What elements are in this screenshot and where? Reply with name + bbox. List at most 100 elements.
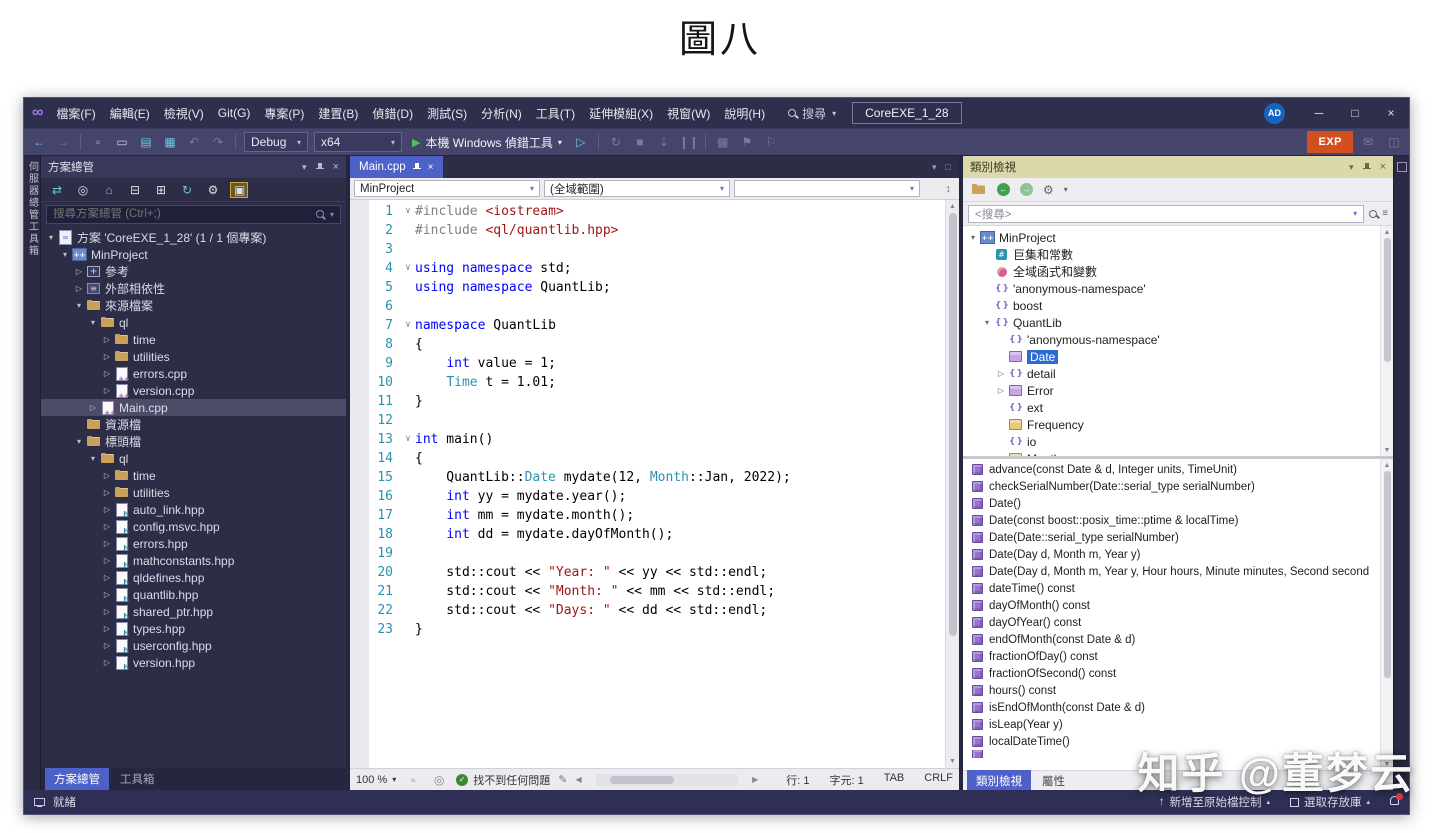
member-item[interactable]: Date(const boost::posix_time::ptime & lo… <box>963 512 1393 529</box>
expand-icon[interactable]: ▷ <box>101 488 113 497</box>
find-icon[interactable]: ▩ <box>714 135 732 149</box>
expand-icon[interactable]: ▷ <box>101 624 113 633</box>
show-all-files-icon[interactable]: ⊞ <box>152 183 170 197</box>
tree-item[interactable]: ▾方案 'CoreEXE_1_28' (1 / 1 個專案) <box>41 229 346 246</box>
panel-tab[interactable]: 類別檢視 <box>967 770 1031 792</box>
bookmark-icon[interactable]: ⚑ <box>738 135 756 149</box>
breakpoint-margin[interactable] <box>350 373 369 392</box>
member-item[interactable]: advance(const Date & d, Integer units, T… <box>963 461 1393 478</box>
member-item[interactable]: Date(Date::serial_type serialNumber) <box>963 529 1393 546</box>
close-button[interactable]: × <box>1373 98 1409 128</box>
tree-item[interactable]: ▷qldefines.hpp <box>41 569 346 586</box>
expand-icon[interactable]: ▷ <box>101 471 113 480</box>
tree-item[interactable]: ▾MinProject <box>41 246 346 263</box>
breakpoint-margin[interactable] <box>350 335 369 354</box>
tab-list-icon[interactable]: ▾ <box>932 162 937 173</box>
code-line[interactable]: 2#include <ql/quantlib.hpp> <box>350 221 945 240</box>
vertical-dock-tab[interactable]: 工具箱 <box>25 221 40 257</box>
fold-collapse-icon[interactable]: ∨ <box>401 316 415 335</box>
panel-tab[interactable]: 工具箱 <box>111 768 164 790</box>
breakpoint-margin[interactable] <box>350 259 369 278</box>
panel-tab[interactable]: 方案總管 <box>45 768 109 790</box>
code-line[interactable]: 22 std::cout << "Days: " << dd << std::e… <box>350 601 945 620</box>
tree-item[interactable]: ▷version.cpp <box>41 382 346 399</box>
breakpoint-margin[interactable] <box>350 449 369 468</box>
tree-item[interactable]: ▷version.hpp <box>41 654 346 671</box>
filter-icon[interactable]: ≡ <box>1382 208 1388 219</box>
vertical-dock-tab[interactable]: 伺服器總管 <box>25 161 40 221</box>
expand-icon[interactable]: ▷ <box>101 352 113 361</box>
expand-icon[interactable]: ▷ <box>101 505 113 514</box>
code-line[interactable]: 16 int yy = mydate.year(); <box>350 487 945 506</box>
breakpoint-margin[interactable] <box>350 601 369 620</box>
back-icon[interactable]: ← <box>997 183 1010 196</box>
code-line[interactable]: 4∨using namespace std; <box>350 259 945 278</box>
menu-item[interactable]: 建置(B) <box>311 102 365 125</box>
menu-item[interactable]: 檔案(F) <box>49 102 102 125</box>
member-item[interactable]: fractionOfDay() const <box>963 648 1393 665</box>
code-line[interactable]: 20 std::cout << "Year: " << yy << std::e… <box>350 563 945 582</box>
expand-icon[interactable]: ▷ <box>101 607 113 616</box>
track-changes-icon[interactable]: ▫ <box>404 773 422 787</box>
project-scope-dropdown[interactable]: MinProject ▾ <box>354 180 540 197</box>
breakpoint-margin[interactable] <box>350 620 369 639</box>
member-item[interactable]: checkSerialNumber(Date::serial_type seri… <box>963 478 1393 495</box>
undo-icon[interactable]: ↶ <box>185 135 203 149</box>
eol-indicator[interactable]: CRLF <box>924 772 953 788</box>
float-window-icon[interactable]: □ <box>946 162 951 172</box>
close-icon[interactable]: × <box>1380 161 1386 173</box>
member-item[interactable]: dayOfYear() const <box>963 614 1393 631</box>
new-folder-icon[interactable] <box>970 182 987 197</box>
tree-item[interactable]: boost <box>963 297 1393 314</box>
preview-selected-items-icon[interactable]: ▣ <box>230 182 248 198</box>
start-without-debugging-icon[interactable]: ▷ <box>572 135 590 149</box>
breakpoint-margin[interactable] <box>350 392 369 411</box>
expand-icon[interactable]: ▷ <box>87 403 99 412</box>
code-line[interactable]: 15 QuantLib::Date mydate(12, Month::Jan,… <box>350 468 945 487</box>
code-line[interactable]: 17 int mm = mydate.month(); <box>350 506 945 525</box>
editor-vertical-scrollbar[interactable]: ▲ ▼ <box>945 200 959 768</box>
tree-item[interactable]: ▾MinProject <box>963 229 1393 246</box>
member-item[interactable]: Date(Day d, Month m, Year y, Hour hours,… <box>963 563 1393 580</box>
document-outline-icon[interactable] <box>1397 162 1407 172</box>
fold-collapse-icon[interactable]: ∨ <box>401 202 415 221</box>
menu-item[interactable]: 編輯(E) <box>103 102 157 125</box>
expand-icon[interactable]: ▷ <box>101 335 113 344</box>
scroll-up-icon[interactable]: ▲ <box>1384 459 1391 471</box>
code-line[interactable]: 5using namespace QuantLib; <box>350 278 945 297</box>
collapse-icon[interactable]: ▾ <box>59 250 71 259</box>
break-all-icon[interactable]: ❙❙ <box>679 135 697 149</box>
code-line[interactable]: 7∨namespace QuantLib <box>350 316 945 335</box>
code-line[interactable]: 14{ <box>350 449 945 468</box>
experimental-instance-button[interactable]: EXP <box>1307 131 1353 153</box>
breakpoint-margin[interactable] <box>350 525 369 544</box>
expand-icon[interactable]: ▷ <box>101 641 113 650</box>
menu-item[interactable]: 專案(P) <box>257 102 311 125</box>
code-line[interactable]: 10 Time t = 1.01; <box>350 373 945 392</box>
navigate-back-icon[interactable]: ← <box>30 135 48 149</box>
bookmark-next-icon[interactable]: ⚐ <box>762 135 780 149</box>
tree-item[interactable]: ▷time <box>41 331 346 348</box>
home-icon[interactable]: ⌂ <box>100 183 118 197</box>
expand-icon[interactable]: ▷ <box>995 369 1007 378</box>
breakpoint-margin[interactable] <box>350 297 369 316</box>
pin-icon[interactable] <box>316 163 324 172</box>
settings-gear-icon[interactable]: ⚙ <box>1043 183 1054 197</box>
menu-item[interactable]: 視窗(W) <box>660 102 717 125</box>
feedback-icon[interactable]: ✉ <box>1359 135 1377 149</box>
member-item[interactable]: Date() <box>963 495 1393 512</box>
scroll-left-icon[interactable]: ◀ <box>575 775 581 784</box>
expand-icon[interactable]: ▷ <box>101 386 113 395</box>
member-scope-dropdown[interactable]: ▾ <box>734 180 920 197</box>
code-line[interactable]: 21 std::cout << "Month: " << mm << std::… <box>350 582 945 601</box>
expand-icon[interactable]: ▷ <box>101 539 113 548</box>
window-menu-icon[interactable]: ▾ <box>302 162 307 173</box>
fold-collapse-icon[interactable]: ∨ <box>401 430 415 449</box>
tree-item[interactable]: ▾QuantLib <box>963 314 1393 331</box>
tree-item[interactable]: 全域函式和變數 <box>963 263 1393 280</box>
close-icon[interactable]: × <box>428 162 434 173</box>
class-view-search-combo[interactable]: <搜尋> ▾ <box>968 205 1364 223</box>
code-line[interactable]: 8{ <box>350 335 945 354</box>
expand-icon[interactable]: ▷ <box>101 590 113 599</box>
menu-item[interactable]: 偵錯(D) <box>365 102 420 125</box>
